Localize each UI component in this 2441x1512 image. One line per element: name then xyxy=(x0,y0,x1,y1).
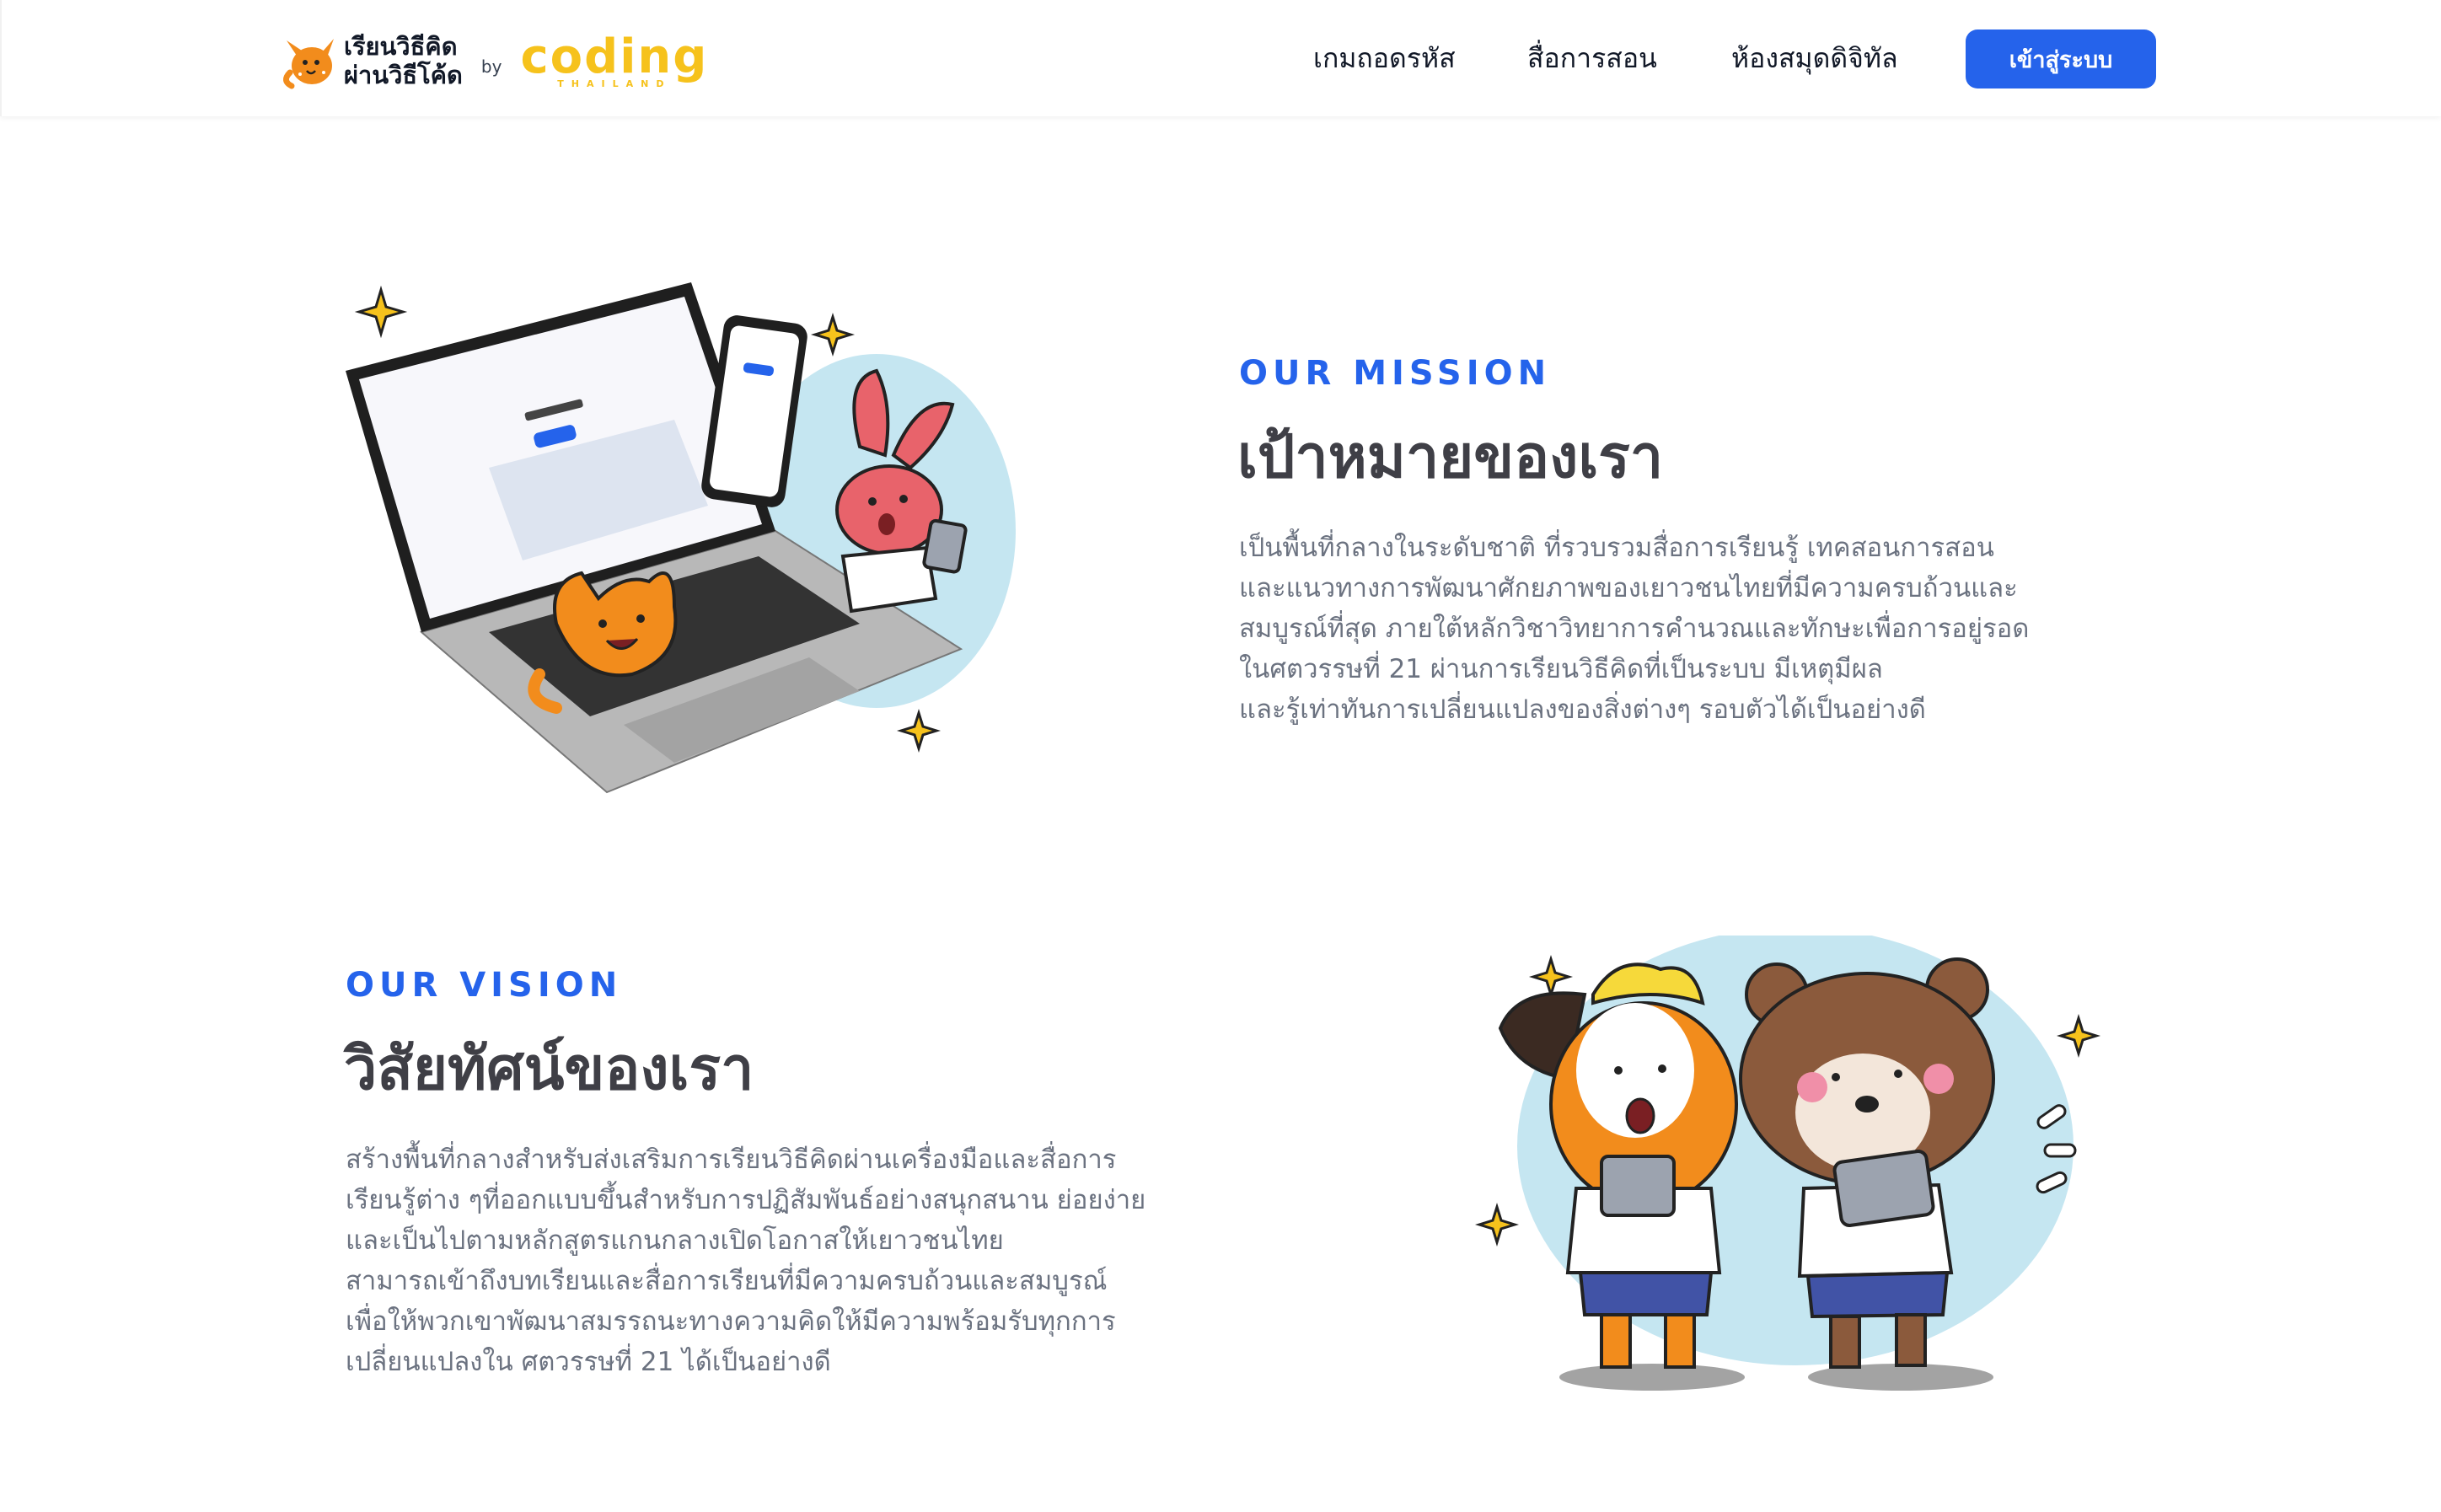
mission-title: เป้าหมายของเรา xyxy=(1237,422,1664,491)
mission-line: และแนวทางการพัฒนาศักยภาพของเยาวชนไทยที่ม… xyxy=(1239,573,2018,603)
sparkle-icon xyxy=(1528,954,1574,1000)
vision-line: เปลี่ยนแปลงใน ศตวรรษที่ 21 ได้เป็นอย่างด… xyxy=(346,1347,831,1377)
vision-paragraph: สร้างพื้นที่กลางสำหรับส่งเสริมการเรียนวิ… xyxy=(346,1139,1145,1382)
mission-line: สมบูรณ์ที่สุด ภายใต้หลักวิชาวิทยาการคำนว… xyxy=(1239,614,2030,644)
coding-thailand-logo: coding THAILAND xyxy=(520,29,709,89)
coding-word: coding xyxy=(520,29,709,84)
mission-line: และรู้เท่าทันการเปลี่ยนแปลงของสิ่งต่างๆ … xyxy=(1239,694,1926,725)
mission-line: เป็นพื้นที่กลางในระดับชาติ ที่รวบรวมสื่อ… xyxy=(1239,533,1994,563)
logo-by: by xyxy=(480,56,502,77)
mission-line: ในศตวรรษที่ 21 ผ่านการเรียนวิธีคิดที่เป็… xyxy=(1239,654,1883,684)
sparkle-icon xyxy=(1474,1202,1520,1247)
vision-line: สามารถเข้าถึงบทเรียนและสื่อการเรียนที่มี… xyxy=(346,1266,1108,1296)
site-logo[interactable]: เรียนวิธีคิด ผ่านวิธีโค้ด by coding THAI… xyxy=(280,25,708,96)
vision-line: และเป็นไปตามหลักสูตรแกนกลางเปิดโอกาสให้เ… xyxy=(346,1225,1004,1256)
logo-thai-text: เรียนวิธีคิด ผ่านวิธีโค้ด xyxy=(344,32,463,89)
sparkle-icon xyxy=(896,708,942,753)
sparkle-icon xyxy=(810,312,856,357)
orange-mascot-icon xyxy=(283,39,334,89)
sparkle-icon xyxy=(2056,1013,2101,1059)
nav-item-code-game[interactable]: เกมถอดรหัส xyxy=(1313,37,1456,80)
vision-line: เรียนรู้ต่าง ๆที่ออกแบบขึ้นสำหรับการปฏิส… xyxy=(346,1185,1146,1215)
vision-eyebrow: OUR VISION xyxy=(346,966,623,1005)
site-header: เรียนวิธีคิด ผ่านวิธีโค้ด by coding THAI… xyxy=(0,0,2441,116)
logo-line-2: ผ่านวิธีโค้ด xyxy=(344,61,463,89)
vision-title: วิสัยทัศน์ของเรา xyxy=(344,1034,754,1103)
mission-paragraph: เป็นพื้นที่กลางในระดับชาติ ที่รวบรวมสื่อ… xyxy=(1239,528,2029,730)
coding-subtitle: THAILAND xyxy=(557,78,672,89)
sparkle-icon xyxy=(354,285,408,339)
login-button[interactable]: เข้าสู่ระบบ xyxy=(1966,29,2156,88)
vision-illustration xyxy=(1474,936,2101,1391)
vision-line: เพื่อให้พวกเขาพัฒนาสมรรถนะทางความคิดให้ม… xyxy=(346,1306,1116,1337)
nav-item-teaching-media[interactable]: สื่อการสอน xyxy=(1527,37,1657,80)
vision-line: สร้างพื้นที่กลางสำหรับส่งเสริมการเรียนวิ… xyxy=(346,1145,1117,1175)
mission-eyebrow: OUR MISSION xyxy=(1239,354,1552,393)
mission-illustration xyxy=(346,282,1016,794)
nav-item-digital-library[interactable]: ห้องสมุดดิจิทัล xyxy=(1731,37,1898,80)
logo-line-1: เรียนวิธีคิด xyxy=(344,32,458,61)
